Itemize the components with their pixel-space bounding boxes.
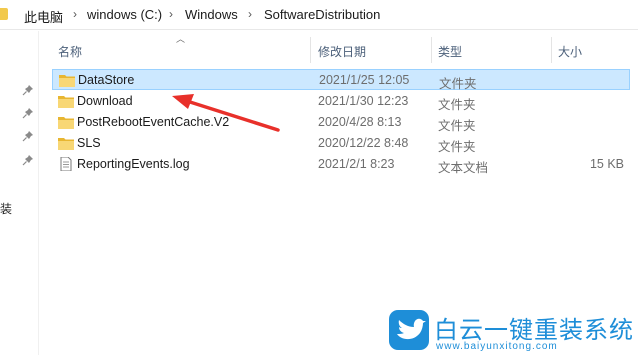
file-date: 2021/1/25 12:05 [319,73,410,87]
file-date: 2020/4/28 8:13 [318,115,402,129]
sidebar-item-label[interactable]: 装 [0,200,12,217]
file-row[interactable]: ReportingEvents.log 2021/2/1 8:23 文本文档 1… [52,154,630,175]
watermark-url: www.baiyunxitong.com [436,341,558,352]
text-file-icon [60,157,72,171]
pane-divider[interactable] [38,31,39,355]
pin-icon[interactable] [22,84,34,96]
column-header-size[interactable]: 大小 [558,43,582,60]
pin-icon[interactable] [22,154,34,166]
column-divider[interactable] [431,37,432,63]
chevron-right-icon[interactable]: › [248,7,252,21]
file-row[interactable]: PostRebootEventCache.V2 2020/4/28 8:13 文… [52,112,630,133]
file-row[interactable]: SLS 2020/12/22 8:48 文件夹 [52,133,630,154]
file-name: SLS [77,136,101,150]
pin-icon[interactable] [22,107,34,119]
column-header-type[interactable]: 类型 [438,43,462,60]
file-name: ReportingEvents.log [77,157,190,171]
sort-ascending-icon: ︿ [176,34,186,44]
folder-icon [58,138,74,150]
file-type: 文件夹 [439,77,477,91]
file-type: 文本文档 [438,161,489,175]
column-header-name[interactable]: 名称 [58,43,82,60]
file-row[interactable]: Download 2021/1/30 12:23 文件夹 [52,91,630,112]
column-divider[interactable] [551,37,552,63]
file-type: 文件夹 [438,140,476,154]
file-type: 文件夹 [438,98,476,112]
file-date: 2021/1/30 12:23 [318,94,409,108]
chevron-right-icon[interactable]: › [73,7,77,21]
column-divider[interactable] [310,37,311,63]
file-name: DataStore [78,73,135,87]
folder-icon [0,8,8,20]
chevron-right-icon[interactable]: › [169,7,173,21]
folder-icon [58,117,74,129]
watermark-title: 白云一键重装系统 [434,316,634,344]
column-header-date[interactable]: 修改日期 [318,43,366,60]
file-size: 15 KB [589,157,624,171]
folder-icon [59,75,75,87]
bird-logo-icon [389,310,429,350]
breadcrumb-drive-c[interactable]: windows (C:) [87,7,162,22]
breadcrumb-windows[interactable]: Windows [185,7,238,22]
watermark: 白云一键重装系统 www.baiyunxitong.com [388,307,638,355]
folder-icon [58,96,74,108]
file-name: Download [77,94,133,108]
file-date: 2020/12/22 8:48 [318,136,409,150]
annotation-arrow-icon [172,94,280,132]
pin-icon[interactable] [22,130,34,142]
address-bar[interactable]: 此电脑 › windows (C:) › Windows › SoftwareD… [0,0,638,30]
file-row[interactable]: DataStore 2021/1/25 12:05 文件夹 [52,69,630,91]
breadcrumb-this-pc[interactable]: 此电脑 [24,7,63,26]
breadcrumb-softwaredistribution[interactable]: SoftwareDistribution [264,7,380,22]
file-type: 文件夹 [438,119,476,133]
file-date: 2021/2/1 8:23 [318,157,395,171]
